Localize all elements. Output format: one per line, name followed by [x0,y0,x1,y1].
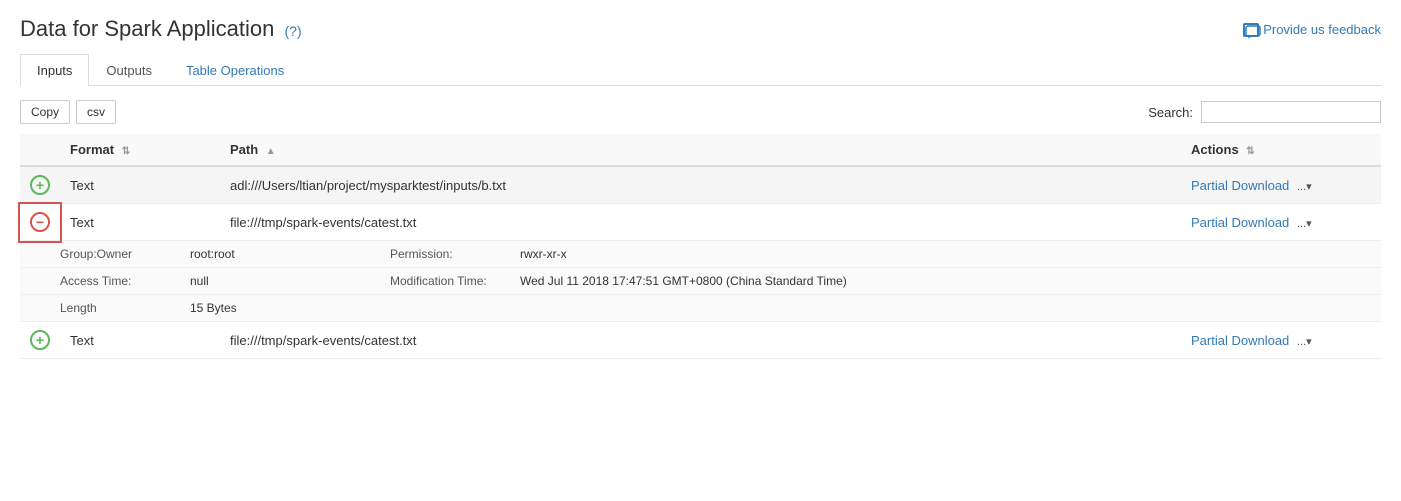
row-2-expanded-cell-3: Length 15 Bytes [20,295,1381,322]
row-3-expand-icon[interactable]: + [30,330,50,350]
row-1-expand-icon[interactable]: + [30,175,50,195]
col-header-expand [20,134,60,166]
row-2-expanded-info-3: Length 15 Bytes [20,295,1381,322]
help-icon[interactable]: (?) [285,23,302,39]
search-label: Search: [1148,105,1193,120]
table-row: − Text file:///tmp/spark-events/catest.t… [20,204,1381,241]
tabs-bar: Inputs Outputs Table Operations [20,54,1381,86]
row-2-path: file:///tmp/spark-events/catest.txt [220,204,1181,241]
row-2-expanded-info-2: Access Time: null Modification Time: Wed… [20,268,1381,295]
col-format-label: Format [70,142,114,157]
modification-label: Modification Time: [390,274,520,288]
row-2-format: Text [60,204,220,241]
path-sort-icon[interactable]: ▲ [266,146,276,157]
row-1-path: adl:///Users/ltian/project/mysparktest/i… [220,166,1181,204]
chat-icon [1243,23,1259,37]
row-3-actions: Partial Download ...▾ [1181,322,1381,359]
table-body: + Text adl:///Users/ltian/project/myspar… [20,166,1381,359]
col-path-label: Path [230,142,258,157]
row-1-expand-cell: + [20,166,60,204]
format-sort-icon[interactable]: ⇅ [122,146,130,157]
access-label: Access Time: [60,274,190,288]
row-2-partial-download[interactable]: Partial Download [1191,215,1289,230]
row-2-expanded-cell-1: Group:Owner root:root Permission: rwxr-x… [20,241,1381,268]
group-value: root:root [190,247,390,261]
row-3-dropdown[interactable]: ...▾ [1297,335,1312,348]
modification-value: Wed Jul 11 2018 17:47:51 GMT+0800 (China… [520,274,1371,288]
title-text: Data for Spark Application [20,16,274,41]
length-label: Length [60,301,190,315]
toolbar: Copy csv Search: [20,100,1381,124]
csv-button[interactable]: csv [76,100,116,124]
row-2-expanded-info-1: Group:Owner root:root Permission: rwxr-x… [20,241,1381,268]
tab-outputs[interactable]: Outputs [89,54,169,86]
page-header: Data for Spark Application (?) Provide u… [20,16,1381,42]
row-1-dropdown[interactable]: ...▾ [1297,180,1312,193]
data-table: Format ⇅ Path ▲ Actions ⇅ + Text [20,134,1381,359]
table-row: + Text adl:///Users/ltian/project/myspar… [20,166,1381,204]
row-2-actions: Partial Download ...▾ [1181,204,1381,241]
row-3-path: file:///tmp/spark-events/catest.txt [220,322,1181,359]
row-2-expand-cell: − [20,204,60,241]
row-2-dropdown[interactable]: ...▾ [1297,217,1312,230]
col-header-actions: Actions ⇅ [1181,134,1381,166]
permission-label: Permission: [390,247,520,261]
length-value: 15 Bytes [190,301,390,315]
toolbar-right: Search: [1148,101,1381,123]
col-header-format: Format ⇅ [60,134,220,166]
page-wrapper: Data for Spark Application (?) Provide u… [0,0,1401,359]
group-label: Group:Owner [60,247,190,261]
tab-inputs[interactable]: Inputs [20,54,89,86]
col-actions-label: Actions [1191,142,1239,157]
feedback-label: Provide us feedback [1263,22,1381,37]
access-value: null [190,274,390,288]
row-1-format: Text [60,166,220,204]
actions-sort-icon[interactable]: ⇅ [1246,146,1254,157]
row-3-format: Text [60,322,220,359]
permission-value: rwxr-xr-x [520,247,1371,261]
table-row: + Text file:///tmp/spark-events/catest.t… [20,322,1381,359]
copy-button[interactable]: Copy [20,100,70,124]
row-1-actions: Partial Download ...▾ [1181,166,1381,204]
table-header: Format ⇅ Path ▲ Actions ⇅ [20,134,1381,166]
row-2-collapse-icon[interactable]: − [30,212,50,232]
row-3-partial-download[interactable]: Partial Download [1191,333,1289,348]
row-2-expanded-cell-2: Access Time: null Modification Time: Wed… [20,268,1381,295]
row-3-expand-cell: + [20,322,60,359]
page-title: Data for Spark Application (?) [20,16,302,42]
col-header-path: Path ▲ [220,134,1181,166]
search-input[interactable] [1201,101,1381,123]
tab-table-operations[interactable]: Table Operations [169,54,301,86]
feedback-link[interactable]: Provide us feedback [1243,22,1381,37]
toolbar-left: Copy csv [20,100,116,124]
row-1-partial-download[interactable]: Partial Download [1191,178,1289,193]
